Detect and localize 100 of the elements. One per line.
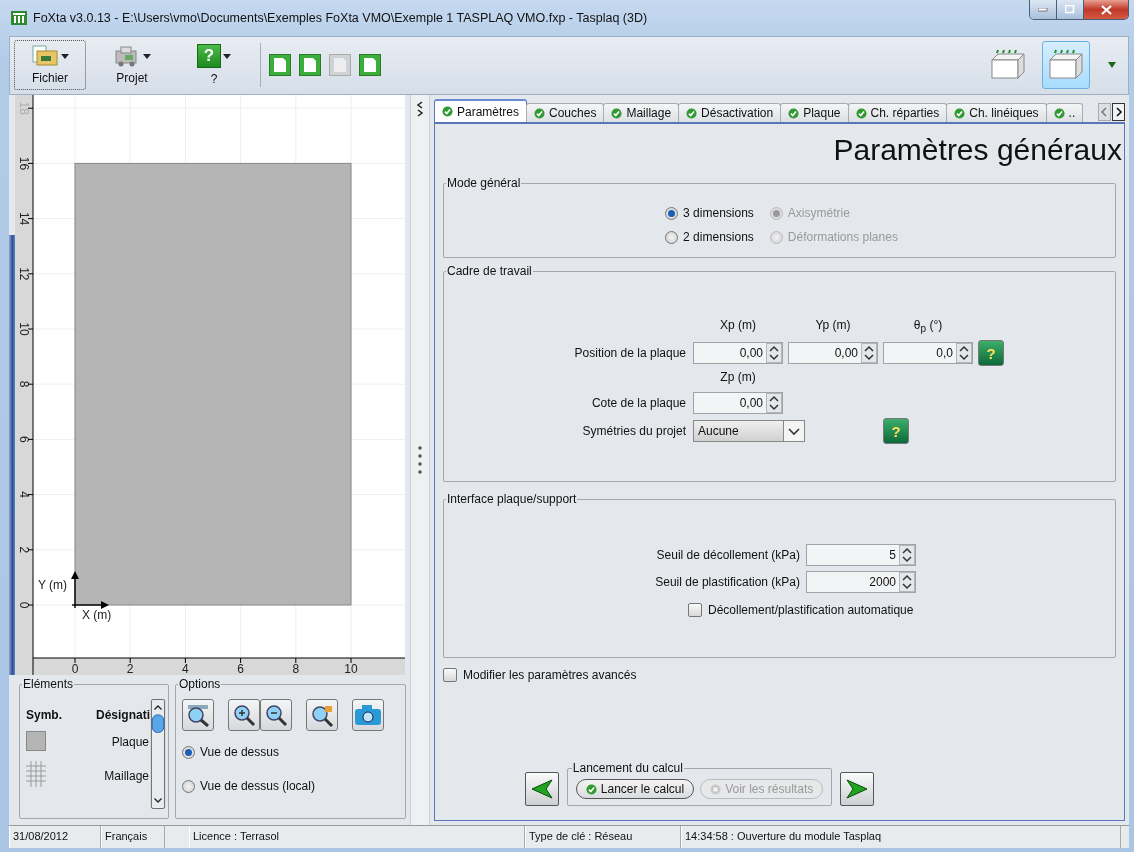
spinner-button[interactable] [766,393,782,414]
field-label: Position de la plaque [573,346,687,361]
checkbox[interactable]: Décollement/plastification automatique [688,603,1109,618]
field-label: Cote de la plaque [590,396,687,411]
tick-label: 10 [17,322,31,336]
radio-option[interactable]: 2 dimensions [665,230,754,245]
maximize-button[interactable] [1057,0,1084,19]
number-field[interactable]: 0,00 [693,392,783,415]
tick-label: 10 [344,662,358,676]
number-field[interactable]: 0,00 [693,342,783,365]
check-icon [855,107,867,119]
column-header: Désignati [96,708,150,723]
spinner-button[interactable] [899,572,915,593]
tick-label: 2 [126,662,134,676]
tab[interactable]: Maillage [603,103,680,123]
grid-icon [26,761,46,788]
folder-icon [31,45,59,68]
magnifier-lock-icon [310,703,334,728]
toolbar-button[interactable]: Projet [96,40,168,91]
column-header: Zp (m) [719,370,757,387]
tab[interactable]: Paramètres [434,99,528,123]
toolbar-button[interactable]: ? ? [178,40,250,91]
next-button[interactable] [840,771,875,806]
tab[interactable]: .. [1045,103,1084,123]
group-title: Cadre de travail [446,264,533,279]
caret-icon [783,421,804,442]
tick-label: 0 [17,601,31,609]
camera-icon [354,703,382,728]
check-icon [611,107,623,119]
window-title: FoXta v3.0.13 - E:\Users\vmo\Documents\Exemples FoXta VMO\Exemple 1 TASPLAQ VMO.fxp - Tasplaq (3D) [33,10,648,25]
tab[interactable]: Plaque [780,103,849,123]
group-title: Mode général [446,176,522,191]
spinner-button[interactable] [861,343,877,364]
plate-symbol-icon [26,730,46,751]
zoom-lock-button[interactable] [306,699,338,732]
minimize-button[interactable] [1030,0,1057,19]
tick-label: 4 [182,662,189,676]
checkbox[interactable]: Modifier les paramètres avancés [443,668,1116,683]
tick-label: 16 [17,156,31,171]
close-icon [1100,4,1112,15]
spinner-button[interactable] [766,343,782,364]
launch-button[interactable]: Lancer le calcul [575,779,695,800]
right-arrow-icon [846,778,869,799]
previous-button[interactable] [524,771,559,806]
zoom-in-icon [232,703,256,728]
left-arrow-icon [530,778,553,799]
radio-option[interactable]: Vue de dessus (local) [182,779,399,794]
dropdown[interactable]: Aucune [693,420,805,443]
radio-option[interactable]: 3 dimensions [665,206,754,221]
check-icon [442,106,453,118]
document-icon[interactable] [359,54,381,77]
help-icon: ? [197,44,221,69]
status-text: 31/08/2012 [9,826,101,848]
close-button[interactable] [1084,0,1128,19]
document-icon[interactable] [269,54,291,77]
column-header: Symb. [26,708,62,723]
number-field[interactable]: 5 [806,544,916,567]
y-axis-arrow [71,571,79,609]
scrollbar[interactable] [150,699,166,810]
status-text: Français [101,826,165,848]
caret-icon[interactable] [1108,62,1116,69]
caret-icon [61,53,69,59]
column-header: θ$_{p}$ (°) [912,318,944,337]
caret-icon [143,53,151,59]
spinner-button[interactable] [956,343,972,364]
zoom-fit-button[interactable] [182,699,214,732]
camera-button[interactable] [352,699,384,732]
tab[interactable]: Ch. linéiques [946,103,1047,123]
document-icon[interactable] [299,54,321,77]
column-header: Xp (m) [719,318,757,335]
tick-label: 6 [17,436,31,443]
number-field[interactable]: 2000 [806,571,916,594]
tick-label: 0 [71,662,79,676]
zoom-in-button[interactable] [228,699,260,732]
caret-icon [223,53,231,59]
group-title: Eléments [22,678,75,692]
tick-label: 4 [17,491,31,499]
tick-label: 12 [17,267,31,281]
scroll-left-button[interactable] [1098,102,1111,121]
status-text: 14:34:58 : Ouverture du module Tasplaq [681,826,1121,848]
tab[interactable]: Ch. réparties [847,103,948,123]
spinner-button[interactable] [899,545,915,566]
group-title: Interface plaque/support [446,492,578,507]
number-field[interactable]: 0,00 [788,342,878,365]
field-label: Symétries du projet [581,424,687,439]
axis-label: X (m) [82,608,112,623]
tab[interactable]: Désactivation [678,103,782,123]
tab[interactable]: Couches [526,103,605,123]
field-label: Seuil de plastification (kPa) [654,575,801,590]
table-cell: Maillage [104,768,150,783]
collapse-icon[interactable] [416,101,424,118]
scroll-right-button[interactable] [1112,102,1125,121]
check-icon [1053,107,1065,119]
radio-option[interactable]: Vue de dessus [182,745,399,760]
cross-icon [710,783,722,795]
zoom-out-button[interactable] [260,699,292,732]
grip-icon[interactable] [418,445,422,476]
number-field[interactable]: 0,0 [883,342,973,365]
maximize-icon [1065,5,1075,14]
app-icon [11,10,27,25]
